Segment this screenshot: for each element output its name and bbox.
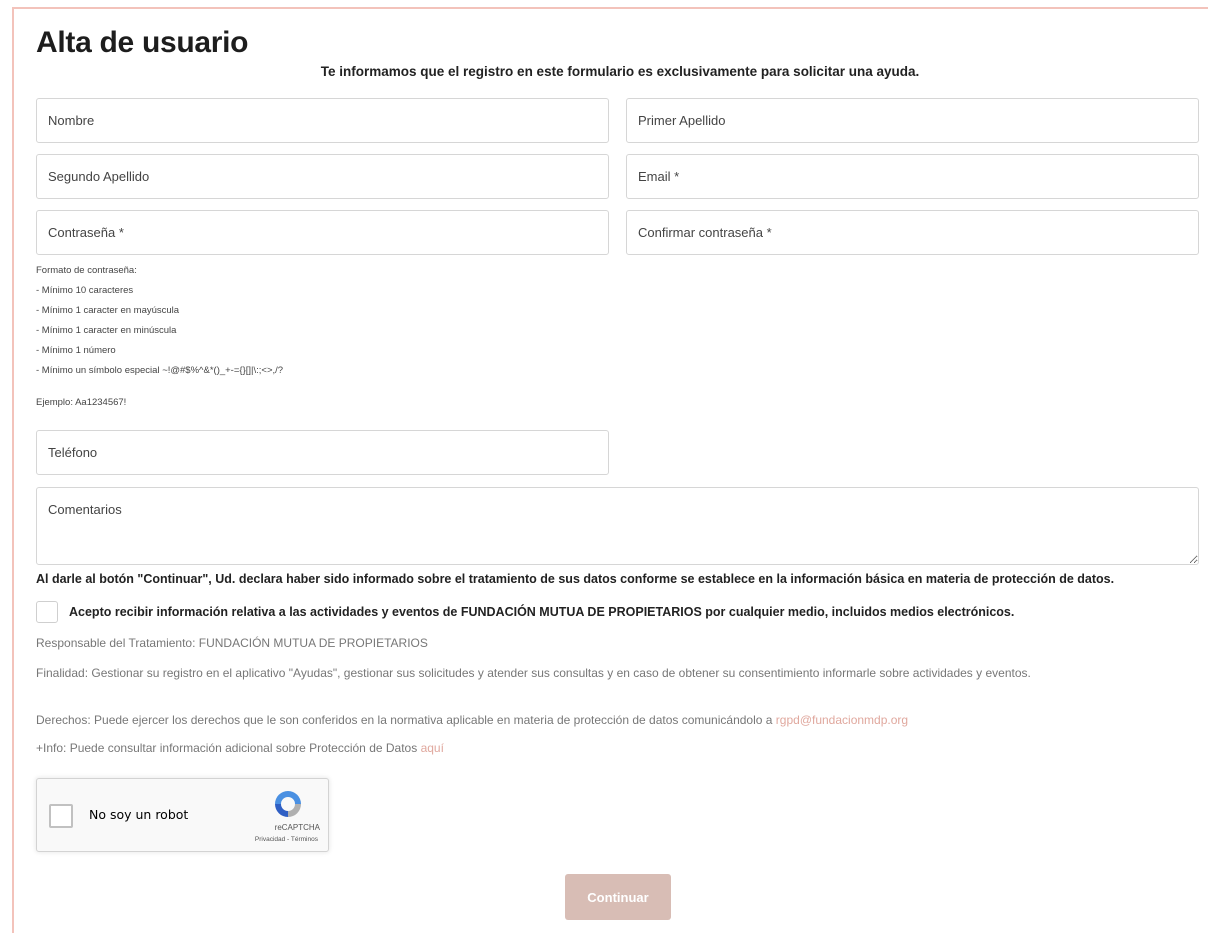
- recaptcha-checkbox[interactable]: [49, 804, 73, 828]
- comentarios-textarea[interactable]: [36, 487, 1199, 565]
- consent-checkbox[interactable]: [36, 601, 58, 623]
- password-rule: - Mínimo 1 caracter en mayúscula: [36, 305, 180, 316]
- more-info-label: +Info: Puede consultar información adici…: [36, 741, 418, 755]
- data-protection-declaration: Al darle al botón "Continuar", Ud. decla…: [36, 572, 1115, 586]
- finalidad-text: Finalidad: Gestionar su registro en el a…: [36, 666, 1031, 680]
- telefono-input[interactable]: [36, 430, 609, 475]
- segundo-apellido-input[interactable]: [36, 154, 609, 199]
- recaptcha-terms-link[interactable]: Privacidad - Términos: [255, 836, 318, 843]
- password-rule: - Mínimo 1 número: [36, 345, 116, 356]
- page-subtitle: Te informamos que el registro en este fo…: [320, 64, 920, 79]
- password-rule: - Mínimo 10 caracteres: [36, 285, 134, 296]
- password-rules-heading: Formato de contraseña:: [36, 265, 137, 276]
- confirm-password-input[interactable]: [626, 210, 1199, 255]
- email-input[interactable]: [626, 154, 1199, 199]
- continue-button[interactable]: Continuar: [565, 874, 671, 920]
- primer-apellido-input[interactable]: [626, 98, 1199, 143]
- recaptcha-brand: reCAPTCHA: [274, 823, 320, 832]
- password-example: Ejemplo: Aa1234567!: [36, 397, 127, 408]
- password-rules: Formato de contraseña: - Mínimo 10 carac…: [36, 261, 283, 413]
- rgpd-email-link[interactable]: rgpd@fundacionmdp.org: [776, 713, 908, 727]
- derechos-label: Derechos: Puede ejercer los derechos que…: [36, 713, 773, 727]
- password-rule: - Mínimo 1 caracter en minúscula: [36, 325, 177, 336]
- consent-label: Acepto recibir información relativa a la…: [69, 605, 1015, 619]
- derechos-text: Derechos: Puede ejercer los derechos que…: [36, 711, 1196, 730]
- more-info-text: +Info: Puede consultar información adici…: [36, 739, 1196, 758]
- nombre-input[interactable]: [36, 98, 609, 143]
- password-input[interactable]: [36, 210, 609, 255]
- password-rule: - Mínimo un símbolo especial ~!@#$%^&*()…: [36, 365, 284, 376]
- recaptcha-widget: No soy un robot reCAPTCHA Privacidad - T…: [36, 778, 329, 852]
- responsable-text: Responsable del Tratamiento: FUNDACIÓN M…: [36, 636, 428, 650]
- recaptcha-logo-icon: [275, 791, 301, 817]
- recaptcha-label: No soy un robot: [89, 807, 189, 822]
- more-info-link[interactable]: aquí: [421, 741, 444, 755]
- page-title: Alta de usuario: [36, 26, 249, 59]
